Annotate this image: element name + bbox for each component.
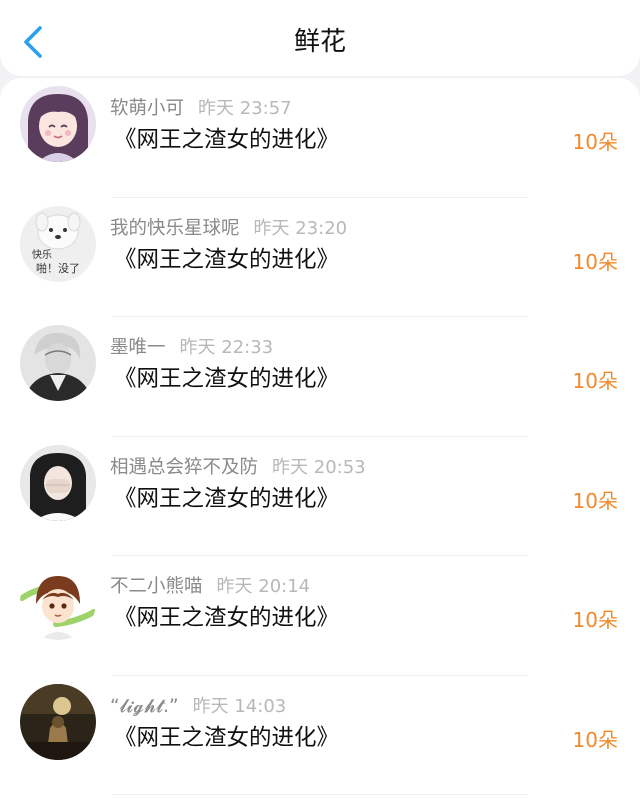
book-title[interactable]: 《网王之渣女的进化》 [114,720,339,752]
avatar[interactable] [20,325,96,401]
user-name-text[interactable]: 软萌小可 [110,98,184,119]
timestamp: 昨天 20:53 [272,456,366,478]
user-name-text[interactable]: 不二小熊喵 [110,576,203,597]
avatar[interactable] [20,564,96,640]
avatar[interactable] [20,683,96,760]
flower-count: 10朵 [572,369,618,393]
page-title: 鲜花 [293,27,346,57]
list-item[interactable]: 不二小熊喵 昨天 20:14 《网王之渣女的进化》 10朵 [0,556,640,676]
divider [112,794,528,795]
flower-count: 10朵 [572,727,618,752]
avatar[interactable] [20,86,96,162]
list-item[interactable]: 相遇总会猝不及防 昨天 20:53 《网王之渣女的进化》 10朵 [0,437,640,556]
avatar-caption: 啪！没了 [36,261,80,275]
user-name[interactable]: 墨唯一 昨天 22:33 [110,333,273,359]
timestamp: 昨天 20:14 [216,576,311,597]
timestamp: 昨天 22:33 [179,337,274,358]
book-title[interactable]: 《网王之渣女的进化》 [114,600,339,632]
user-name[interactable]: 不二小熊喵 昨天 20:14 [110,572,310,598]
flower-list: 软萌小可 昨天 23:57 《网王之渣女的进化》 10朵 快乐 啪！没了 我的快乐… [0,78,640,798]
list-item[interactable]: “𝓵𝓲𝓰𝓱𝓽.” 昨天 14:03 《网王之渣女的进化》 10朵 [0,676,640,795]
flower-count: 10朵 [572,488,618,513]
timestamp: 昨天 23:57 [198,98,292,119]
avatar[interactable] [20,444,96,521]
avatar[interactable]: 快乐 啪！没了 [20,205,96,282]
flower-count: 10朵 [572,608,618,632]
list-item[interactable]: 软萌小可 昨天 23:57 《网王之渣女的进化》 10朵 [0,78,640,198]
flower-count: 10朵 [572,249,618,274]
user-name[interactable]: 软萌小可 昨天 23:57 [110,94,292,120]
book-title[interactable]: 《网王之渣女的进化》 [114,361,339,393]
list-item[interactable]: 墨唯一 昨天 22:33 《网王之渣女的进化》 10朵 [0,317,640,437]
flower-count: 10朵 [572,130,618,154]
user-name-text[interactable]: 相遇总会猝不及防 [110,457,258,478]
timestamp: 昨天 23:20 [253,217,348,239]
book-title[interactable]: 《网王之渣女的进化》 [114,122,339,154]
user-name[interactable]: 我的快乐星球呢 昨天 23:20 [110,214,347,240]
book-title[interactable]: 《网王之渣女的进化》 [114,242,339,274]
user-name[interactable]: 相遇总会猝不及防 昨天 20:53 [110,453,366,479]
avatar-caption: 快乐 [32,249,52,261]
book-title[interactable]: 《网王之渣女的进化》 [114,481,339,513]
user-name-text[interactable]: “𝓵𝓲𝓰𝓱𝓽.” [110,696,179,717]
timestamp: 昨天 14:03 [192,695,287,717]
user-name-text[interactable]: 墨唯一 [110,337,166,358]
top-bar: 鲜花 [0,0,640,76]
list-item[interactable]: 快乐 啪！没了 我的快乐星球呢 昨天 23:20 《网王之渣女的进化》 10朵 [0,198,640,317]
user-name-text[interactable]: 我的快乐星球呢 [110,218,240,239]
user-name[interactable]: “𝓵𝓲𝓰𝓱𝓽.” 昨天 14:03 [110,692,286,718]
